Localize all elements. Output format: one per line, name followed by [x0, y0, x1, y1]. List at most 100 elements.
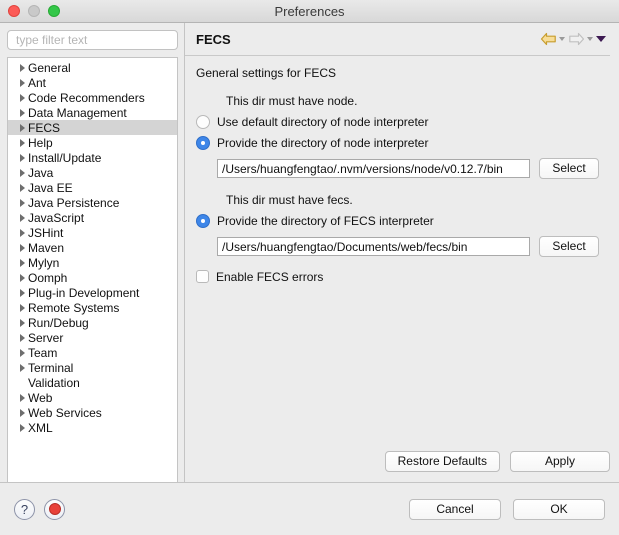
close-window-button[interactable] — [8, 5, 20, 17]
expand-triangle-icon[interactable] — [20, 258, 25, 267]
sidebar-item-java[interactable]: Java — [8, 165, 177, 180]
sidebar-item-general[interactable]: General — [8, 60, 177, 75]
sidebar-item-code-recommenders[interactable]: Code Recommenders — [8, 90, 177, 105]
radio-provide-node-dir[interactable]: Provide the directory of node interprete… — [196, 133, 610, 152]
sidebar-item-label: Run/Debug — [28, 315, 89, 330]
expand-triangle-icon[interactable] — [20, 243, 25, 252]
back-button[interactable] — [540, 32, 565, 46]
expand-triangle-icon[interactable] — [20, 348, 25, 357]
window-titlebar: Preferences — [0, 0, 619, 23]
ok-button[interactable]: OK — [513, 498, 605, 520]
node-path-input[interactable] — [217, 159, 530, 178]
sidebar-item-server[interactable]: Server — [8, 330, 177, 345]
detail-pane-footer: Restore Defaults Apply — [185, 451, 610, 482]
stop-button[interactable] — [44, 498, 65, 520]
radio-provide-fecs-dir[interactable]: Provide the directory of FECS interprete… — [196, 211, 610, 230]
sidebar-item-fecs[interactable]: FECS — [8, 120, 177, 135]
sidebar-item-label: Help — [28, 135, 53, 150]
fecs-path-input[interactable] — [217, 237, 530, 256]
node-path-select-button[interactable]: Select — [539, 158, 599, 179]
cancel-button[interactable]: Cancel — [409, 498, 501, 520]
expand-triangle-icon[interactable] — [20, 63, 25, 72]
dialog-bottom-bar: ? Cancel OK — [0, 482, 619, 535]
sidebar-item-data-management[interactable]: Data Management — [8, 105, 177, 120]
sidebar-item-team[interactable]: Team — [8, 345, 177, 360]
sidebar-item-web[interactable]: Web — [8, 390, 177, 405]
expand-triangle-icon[interactable] — [20, 288, 25, 297]
sidebar-item-web-services[interactable]: Web Services — [8, 405, 177, 420]
expand-triangle-icon[interactable] — [20, 333, 25, 342]
sidebar-item-label: FECS — [28, 120, 61, 135]
sidebar-item-mylyn[interactable]: Mylyn — [8, 255, 177, 270]
expand-triangle-icon[interactable] — [20, 408, 25, 417]
expand-triangle-icon[interactable] — [20, 108, 25, 117]
checkbox-enable-fecs-errors[interactable]: Enable FECS errors — [196, 267, 610, 286]
minimize-window-button[interactable] — [28, 5, 40, 17]
sidebar-item-label: Oomph — [28, 270, 68, 285]
sidebar-item-remote-systems[interactable]: Remote Systems — [8, 300, 177, 315]
sidebar-item-label: Team — [28, 345, 58, 360]
expand-triangle-icon[interactable] — [20, 153, 25, 162]
fecs-path-select-button[interactable]: Select — [539, 236, 599, 257]
sidebar-item-label: Data Management — [28, 105, 127, 120]
sidebar-item-jshint[interactable]: JSHint — [8, 225, 177, 240]
forward-button[interactable] — [568, 32, 593, 46]
expand-triangle-icon[interactable] — [20, 183, 25, 192]
expand-triangle-icon[interactable] — [20, 198, 25, 207]
sidebar-item-run-debug[interactable]: Run/Debug — [8, 315, 177, 330]
apply-button[interactable]: Apply — [510, 451, 610, 472]
radio-icon-off[interactable] — [196, 114, 210, 129]
expand-triangle-icon[interactable] — [20, 93, 25, 102]
sidebar-item-label: Code Recommenders — [28, 90, 145, 105]
radio-label-provide-fecs-dir: Provide the directory of FECS interprete… — [217, 213, 434, 228]
node-path-row: Select — [217, 158, 610, 179]
sidebar-item-label: Java — [28, 165, 54, 180]
filter-input[interactable] — [7, 30, 178, 50]
sidebar-item-plug-in-development[interactable]: Plug-in Development — [8, 285, 177, 300]
forward-dropdown-icon[interactable] — [587, 37, 593, 41]
preferences-tree[interactable]: General Ant Code Recommenders Data Manageme… — [7, 57, 178, 482]
sidebar-item-javascript[interactable]: JavaScript — [8, 210, 177, 225]
sidebar-item-xml[interactable]: XML — [8, 420, 177, 435]
radio-label-use-default-node-dir: Use default directory of node interprete… — [217, 114, 429, 129]
sidebar-item-help[interactable]: Help — [8, 135, 177, 150]
sidebar-item-validation[interactable]: Validation — [8, 375, 177, 390]
sidebar-item-ant[interactable]: Ant — [8, 75, 177, 90]
sidebar-item-oomph[interactable]: Oomph — [8, 270, 177, 285]
radio-label-provide-node-dir: Provide the directory of node interprete… — [217, 135, 429, 150]
fecs-path-row: Select — [217, 236, 610, 257]
help-button[interactable]: ? — [14, 498, 35, 520]
sidebar-item-label: Java EE — [28, 180, 73, 195]
expand-triangle-icon[interactable] — [20, 393, 25, 402]
expand-triangle-icon[interactable] — [20, 423, 25, 432]
expand-triangle-icon[interactable] — [20, 228, 25, 237]
expand-triangle-icon[interactable] — [20, 213, 25, 222]
sidebar-item-java-persistence[interactable]: Java Persistence — [8, 195, 177, 210]
detail-pane-header: FECS — [185, 23, 610, 56]
maximize-window-button[interactable] — [48, 5, 60, 17]
back-dropdown-icon[interactable] — [559, 37, 565, 41]
sidebar-item-java-ee[interactable]: Java EE — [8, 180, 177, 195]
sidebar-item-maven[interactable]: Maven — [8, 240, 177, 255]
sidebar-item-terminal[interactable]: Terminal — [8, 360, 177, 375]
checkbox-icon-unchecked[interactable] — [196, 270, 209, 283]
sidebar-item-label: General — [28, 60, 71, 75]
expand-triangle-icon[interactable] — [20, 273, 25, 282]
expand-triangle-icon[interactable] — [20, 78, 25, 87]
expand-triangle-icon[interactable] — [20, 168, 25, 177]
restore-defaults-button[interactable]: Restore Defaults — [384, 451, 500, 472]
view-menu-triangle-icon[interactable] — [596, 36, 606, 42]
expand-triangle-icon[interactable] — [20, 123, 25, 132]
expand-triangle-icon[interactable] — [20, 363, 25, 372]
expand-triangle-icon[interactable] — [20, 138, 25, 147]
radio-icon-on[interactable] — [196, 135, 210, 150]
expand-triangle-icon[interactable] — [20, 318, 25, 327]
dialog-actions: Cancel OK — [409, 498, 605, 520]
sidebar-item-label: Maven — [28, 240, 65, 255]
expand-triangle-icon[interactable] — [20, 303, 25, 312]
radio-use-default-node-dir[interactable]: Use default directory of node interprete… — [196, 112, 610, 131]
fecs-dir-hint: This dir must have fecs. — [226, 193, 353, 207]
sidebar-item-install-update[interactable]: Install/Update — [8, 150, 177, 165]
sidebar-item-label: XML — [28, 420, 53, 435]
radio-icon-on[interactable] — [196, 213, 210, 228]
